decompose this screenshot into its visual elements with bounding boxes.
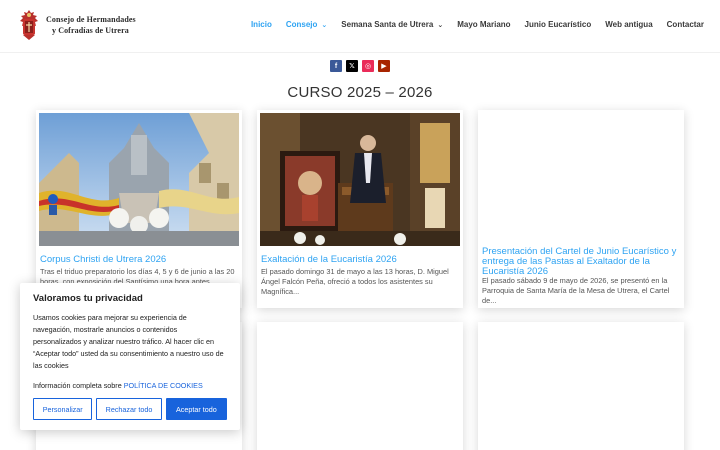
customize-button[interactable]: Personalizar <box>33 398 93 420</box>
site-logo[interactable]: Consejo de Hermandades y Cofradías de Ut… <box>18 9 136 41</box>
main-nav: Inicio Consejo ⌄ Semana Santa de Utrera … <box>237 20 704 29</box>
cookie-consent-banner: Valoramos tu privacidad Usamos cookies p… <box>20 283 240 430</box>
crest-icon <box>20 10 38 40</box>
post-card <box>257 322 463 450</box>
post-image[interactable] <box>481 113 681 246</box>
reject-all-button[interactable]: Rechazar todo <box>96 398 162 420</box>
post-title[interactable]: Exaltación de la Eucaristía 2026 <box>261 255 459 265</box>
nav-item-web-antigua[interactable]: Web antigua <box>605 20 652 29</box>
brand-line-1: Consejo de Hermandades <box>46 15 136 24</box>
cookie-description: Usamos cookies para mejorar su experienc… <box>33 313 224 370</box>
post-card: Corpus Christi de Utrera 2026 Tras el tr… <box>36 110 242 308</box>
site-header: Consejo de Hermandades y Cofradías de Ut… <box>0 0 720 52</box>
cookie-info-prefix: Información completa sobre <box>33 381 124 390</box>
cookie-buttons: Personalizar Rechazar todo Aceptar todo <box>33 398 227 420</box>
cookie-info-row: Información completa sobre POLÍTICA DE C… <box>33 381 227 390</box>
youtube-icon[interactable]: ▶ <box>378 60 390 72</box>
nav-item-inicio[interactable]: Inicio <box>251 20 272 29</box>
nav-label: Semana Santa de Utrera <box>341 20 434 29</box>
brand-name: Consejo de Hermandades y Cofradías de Ut… <box>46 14 136 36</box>
nav-item-semana-santa[interactable]: Semana Santa de Utrera ⌄ <box>341 20 443 29</box>
nav-label: Junio Eucarístico <box>524 20 592 29</box>
post-title[interactable]: Presentación del Cartel de Junio Eucarís… <box>482 247 682 277</box>
accept-all-button[interactable]: Aceptar todo <box>165 398 227 420</box>
cookie-policy-link[interactable]: POLÍTICA DE COOKIES <box>124 381 203 390</box>
chevron-down-icon: ⌄ <box>437 21 444 29</box>
nav-item-consejo[interactable]: Consejo ⌄ <box>286 20 327 29</box>
nav-label: Contactar <box>666 20 704 29</box>
facebook-icon[interactable]: f <box>330 60 342 72</box>
post-card <box>478 322 684 450</box>
cookie-title: Valoramos tu privacidad <box>33 293 143 304</box>
instagram-icon[interactable]: ◎ <box>362 60 374 72</box>
post-image[interactable] <box>39 113 239 246</box>
nav-label: Mayo Mariano <box>457 20 511 29</box>
nav-label: Inicio <box>250 20 272 29</box>
brand-line-2: y Cofradías de Utrera <box>52 26 129 35</box>
nav-item-contactar[interactable]: Contactar <box>667 20 704 29</box>
post-card: Exaltación de la Eucaristía 2026 El pasa… <box>257 110 463 308</box>
social-links: f 𝕏 ◎ ▶ <box>330 60 394 72</box>
post-title[interactable]: Corpus Christi de Utrera 2026 <box>40 255 238 265</box>
post-excerpt: El pasado domingo 31 de mayo a las 13 ho… <box>261 267 449 296</box>
nav-label: Consejo <box>285 20 318 29</box>
nav-label: Web antigua <box>605 20 653 29</box>
post-excerpt: El pasado sábado 9 de mayo de 2026, se p… <box>482 276 670 305</box>
post-card: Presentación del Cartel de Junio Eucarís… <box>478 110 684 308</box>
nav-item-mayo-mariano[interactable]: Mayo Mariano <box>457 20 510 29</box>
post-image[interactable] <box>260 113 460 246</box>
page-title: CURSO 2025 – 2026 <box>287 84 433 101</box>
x-icon[interactable]: 𝕏 <box>346 60 358 72</box>
chevron-down-icon: ⌄ <box>321 21 328 29</box>
nav-item-junio-eucaristico[interactable]: Junio Eucarístico <box>525 20 592 29</box>
